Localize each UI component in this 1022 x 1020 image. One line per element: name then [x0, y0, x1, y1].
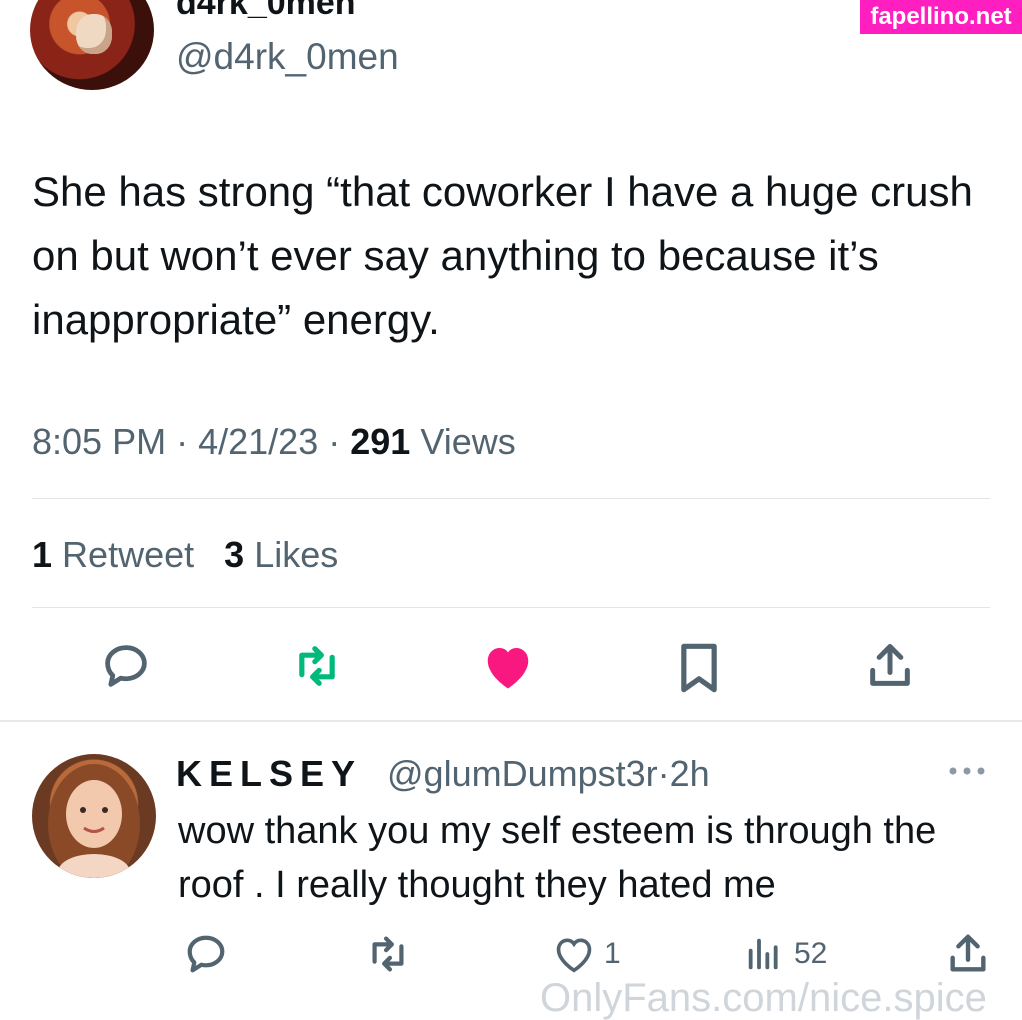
reply-handle-line: @glumDumpst3r·2h [387, 752, 710, 796]
more-icon [949, 767, 985, 775]
retweet-icon [372, 936, 404, 972]
likes-count: 3 [224, 534, 245, 575]
author-display-name[interactable]: d4rk_0men [176, 0, 356, 20]
reply-author-avatar[interactable] [32, 754, 156, 878]
share-icon [950, 934, 986, 972]
reply-icon [105, 645, 147, 687]
reply-display-name[interactable]: KELSEY [176, 752, 362, 796]
retweets-stat[interactable]: 1 Retweet [32, 534, 194, 575]
views-icon [748, 938, 778, 970]
reply-button[interactable] [98, 638, 154, 694]
tweet-meta: 8:05 PM · 4/21/23 · 291 Views [32, 418, 516, 466]
meta-separator: · [657, 753, 670, 794]
heart-icon [556, 938, 592, 973]
like-button[interactable] [480, 638, 536, 694]
retweet-icon [299, 646, 335, 686]
retweets-label: Retweet [62, 534, 195, 575]
meta-separator: · [328, 421, 341, 462]
divider [32, 607, 990, 608]
views-label: Views [420, 421, 516, 462]
tweet-time[interactable]: 8:05 PM [32, 421, 166, 462]
divider [32, 498, 990, 499]
reply-views-button[interactable]: 52 [744, 934, 827, 974]
reply-handle[interactable]: @glumDumpst3r [387, 753, 658, 794]
likes-label: Likes [254, 534, 339, 575]
section-divider [0, 720, 1022, 722]
avatar-portrait [48, 764, 140, 878]
author-avatar[interactable] [30, 0, 154, 90]
reply-share-button[interactable] [940, 926, 996, 982]
more-options-button[interactable] [944, 756, 990, 786]
reply-like-button[interactable]: 1 [552, 934, 621, 974]
bookmark-button[interactable] [671, 640, 727, 696]
tweet-text: She has strong “that coworker I have a h… [32, 168, 973, 343]
likes-stat[interactable]: 3 Likes [224, 534, 338, 575]
share-button[interactable] [862, 638, 918, 694]
engagement-stats: 1 Retweet 3 Likes [32, 532, 338, 578]
views-count: 291 [350, 421, 411, 462]
retweet-button[interactable] [289, 638, 345, 694]
meta-separator: · [176, 421, 189, 462]
reply-retweet-button[interactable] [360, 926, 416, 982]
watermark: fapellino.net [860, 0, 1022, 34]
bookmark-icon [681, 643, 717, 693]
reply-icon [187, 935, 225, 973]
tweet-date[interactable]: 4/21/23 [198, 421, 318, 462]
reply-age[interactable]: 2h [670, 753, 710, 794]
footer-watermark-text: OnlyFans.com/nice.spice [540, 976, 987, 1020]
reply-views-count: 52 [794, 937, 828, 970]
reply-text: wow thank you my self esteem is through … [178, 810, 937, 906]
reply-reply-button[interactable] [178, 926, 234, 982]
share-icon [870, 644, 910, 686]
author-handle[interactable]: @d4rk_0men [176, 36, 399, 78]
heart-icon [487, 648, 529, 689]
retweets-count: 1 [32, 534, 53, 575]
reply-like-count: 1 [604, 937, 621, 970]
